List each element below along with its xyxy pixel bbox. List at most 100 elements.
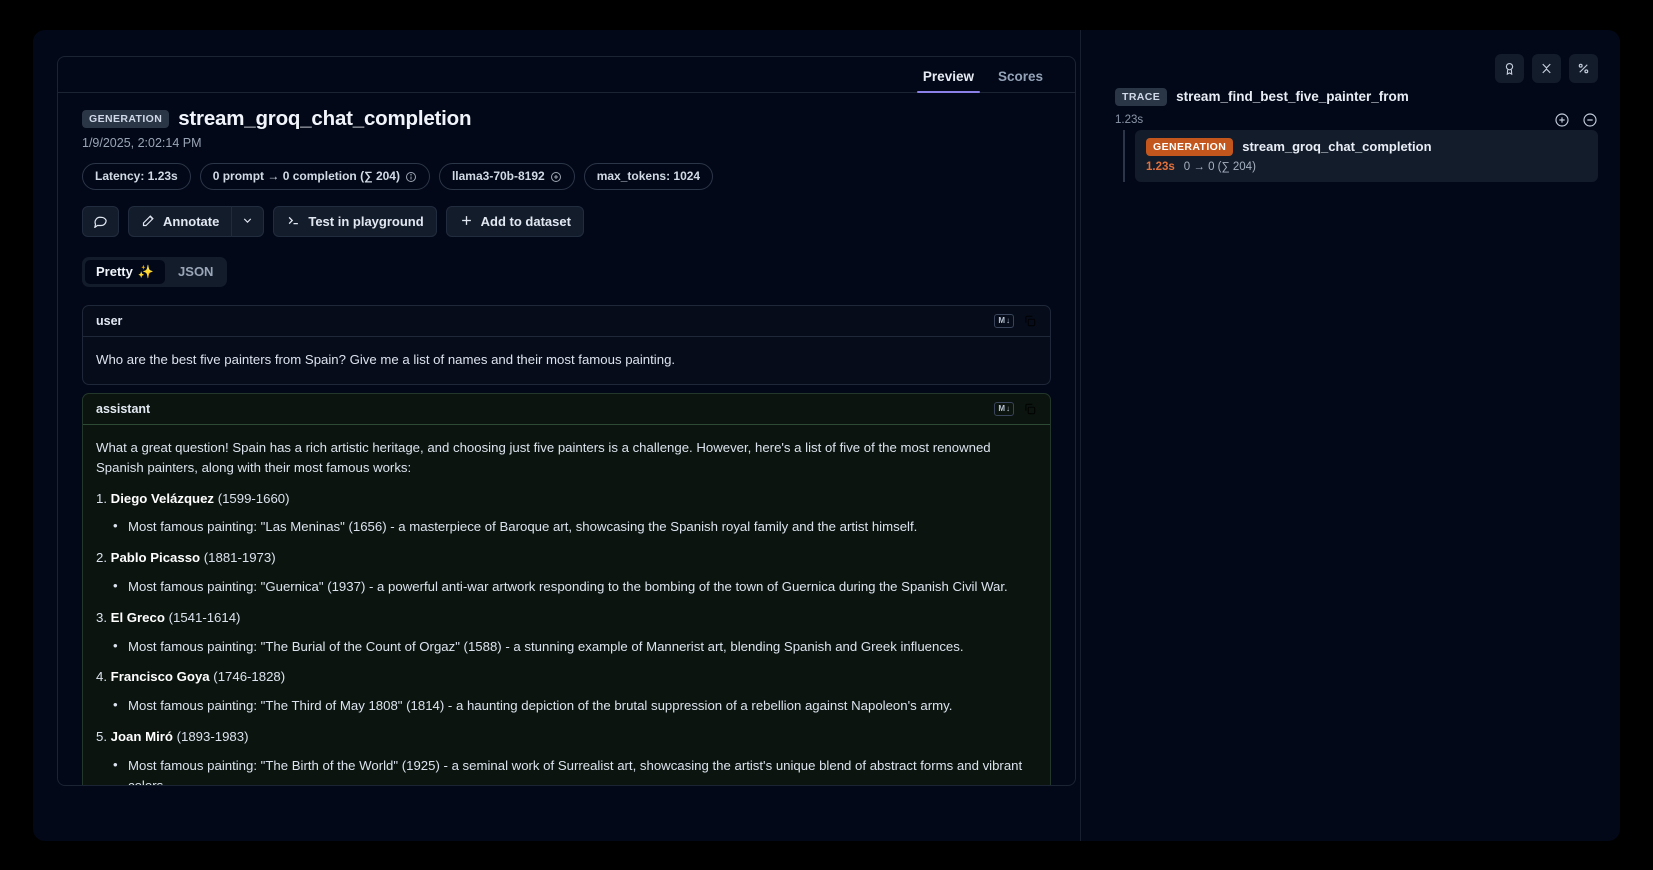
trace-header: TRACE stream_find_best_five_painter_from (1115, 88, 1409, 106)
list-item-number: 1. (96, 490, 107, 506)
sparkle-icon: ✨ (137, 264, 155, 279)
list-item: 4. Francisco Goya (1746-1828) (96, 667, 1037, 687)
list-item-detail: Most famous painting: "The Birth of the … (113, 755, 1037, 785)
list-item-detail: Most famous painting: "Las Meninas" (165… (113, 516, 1037, 537)
chip-latency[interactable]: Latency: 1.23s (82, 163, 191, 190)
trace-zoom-controls (1554, 112, 1598, 128)
chip-model-label: llama3-70b-8192 (451, 169, 545, 183)
trace-tree: GENERATION stream_groq_chat_completion 1… (1123, 130, 1598, 182)
chip-tokens[interactable]: 0 prompt → 0 completion (∑ 204) (199, 163, 430, 190)
chevron-down-icon (241, 214, 254, 230)
trace-node-badge: GENERATION (1146, 138, 1234, 156)
markdown-badge-letter: M (998, 404, 1005, 414)
test-in-playground-label: Test in playground (308, 214, 424, 229)
message-assistant-header: assistant M ↓ (83, 394, 1050, 426)
list-item-detail: Most famous painting: "The Third of May … (113, 695, 1037, 716)
annotate-dropdown-button[interactable] (232, 206, 265, 237)
observation-timestamp: 1/9/2025, 2:02:14 PM (82, 136, 202, 150)
trace-badge: TRACE (1115, 88, 1168, 106)
message-assistant-role: assistant (96, 402, 151, 417)
chip-max-tokens-label: max_tokens: 1024 (596, 169, 701, 183)
trace-toolbar (1495, 54, 1598, 83)
zoom-out-icon[interactable] (1582, 112, 1598, 128)
observation-header: GENERATION stream_groq_chat_completion (82, 107, 1051, 131)
observation-card: Preview Scores GENERATION stream_groq_ch… (57, 56, 1076, 786)
list-item-number: 3. (96, 609, 107, 625)
list-item-name: Francisco Goya (110, 669, 210, 685)
app-window: Preview Scores GENERATION stream_groq_ch… (33, 30, 1620, 841)
list-item-detail: Most famous painting: "The Burial of the… (113, 636, 1037, 657)
message-assistant-tools: M ↓ (994, 402, 1037, 417)
markdown-badge-arrow: ↓ (1006, 316, 1010, 326)
observation-type-badge: GENERATION (82, 110, 170, 128)
zoom-in-icon[interactable] (1554, 112, 1570, 128)
list-item: 2. Pablo Picasso (1881-1973) (96, 548, 1037, 568)
trace-pane: TRACE stream_find_best_five_painter_from… (1081, 30, 1620, 841)
view-mode-pretty-label: Pretty (96, 264, 133, 279)
comment-icon (93, 213, 108, 231)
comment-button[interactable] (82, 206, 119, 237)
tab-scores[interactable]: Scores (990, 69, 1051, 93)
markdown-badge-letter: M (998, 316, 1005, 326)
list-item: 1. Diego Velázquez (1599-1660) (96, 489, 1037, 509)
observation-body: GENERATION stream_groq_chat_completion 1… (58, 93, 1075, 785)
list-item: 5. Joan Miró (1893-1983) (96, 727, 1037, 747)
observation-tabs: Preview Scores (58, 57, 1075, 93)
chip-model[interactable]: llama3-70b-8192 (438, 163, 575, 190)
list-item-name: Joan Miró (110, 729, 173, 745)
list-item-name: El Greco (110, 609, 165, 625)
collapse-icon[interactable] (1532, 54, 1561, 83)
list-item-name: Pablo Picasso (110, 550, 201, 566)
annotate-button[interactable]: Annotate (128, 206, 233, 237)
trace-node-duration: 1.23s (1146, 160, 1175, 173)
message-assistant: assistant M ↓ What a great question! Spa… (82, 393, 1051, 785)
view-mode-switch: Pretty ✨ JSON (82, 257, 228, 288)
action-buttons: Annotate Test in playground Add to datas… (82, 206, 1051, 237)
add-to-dataset-button[interactable]: Add to dataset (445, 206, 584, 237)
trace-node-generation[interactable]: GENERATION stream_groq_chat_completion 1… (1135, 130, 1598, 182)
message-user-role: user (96, 314, 123, 329)
list-item: 3. El Greco (1541-1614) (96, 608, 1037, 628)
chip-tokens-label: 0 prompt → 0 completion (∑ 204) (212, 169, 400, 183)
percent-icon[interactable] (1569, 54, 1598, 83)
list-item-years: (1541-1614) (168, 609, 241, 625)
message-user-header: user M ↓ (83, 306, 1050, 338)
message-list: user M ↓ Who are the best five painters … (82, 305, 1051, 785)
copy-icon[interactable] (1023, 402, 1037, 416)
copy-icon[interactable] (1023, 314, 1037, 328)
page-title: stream_groq_chat_completion (178, 107, 472, 130)
markdown-toggle-icon[interactable]: M ↓ (994, 402, 1014, 417)
info-icon (405, 171, 417, 183)
trace-tree-branch: GENERATION stream_groq_chat_completion 1… (1123, 130, 1598, 182)
trace-node-meta: 1.23s 0 → 0 (∑ 204) (1146, 161, 1587, 173)
metadata-chips: Latency: 1.23s 0 prompt → 0 completion (… (82, 163, 1051, 190)
observation-pane: Preview Scores GENERATION stream_groq_ch… (33, 30, 1081, 841)
list-item-name: Diego Velázquez (110, 490, 215, 506)
list-item-years: (1746-1828) (213, 669, 286, 685)
test-in-playground-button[interactable]: Test in playground (273, 206, 437, 237)
view-mode-json-label: JSON (178, 264, 214, 279)
tab-preview[interactable]: Preview (915, 69, 982, 93)
view-mode-json[interactable]: JSON (167, 260, 224, 284)
trace-node-tokens: 0 → 0 (∑ 204) (1183, 160, 1256, 173)
markdown-toggle-icon[interactable]: M ↓ (994, 314, 1014, 329)
message-user-text: Who are the best five painters from Spai… (96, 352, 676, 368)
list-item-number: 2. (96, 550, 107, 566)
view-mode-pretty[interactable]: Pretty ✨ (85, 260, 166, 285)
chip-max-tokens[interactable]: max_tokens: 1024 (583, 163, 714, 190)
list-item-number: 4. (96, 669, 107, 685)
message-user-tools: M ↓ (994, 314, 1037, 329)
trace-node-name: stream_groq_chat_completion (1242, 139, 1432, 155)
award-icon[interactable] (1495, 54, 1524, 83)
message-user: user M ↓ Who are the best five painters … (82, 305, 1051, 386)
list-item-years: (1881-1973) (203, 550, 276, 566)
pencil-square-icon (141, 213, 156, 231)
trace-name: stream_find_best_five_painter_from (1176, 89, 1409, 105)
message-assistant-body: What a great question! Spain has a rich … (83, 425, 1050, 785)
list-item-years: (1599-1660) (217, 490, 290, 506)
trace-duration: 1.23s (1115, 114, 1144, 126)
plus-circle-icon (550, 171, 562, 183)
add-to-dataset-label: Add to dataset (480, 214, 571, 229)
terminal-icon (286, 213, 301, 231)
message-user-body: Who are the best five painters from Spai… (83, 337, 1050, 384)
